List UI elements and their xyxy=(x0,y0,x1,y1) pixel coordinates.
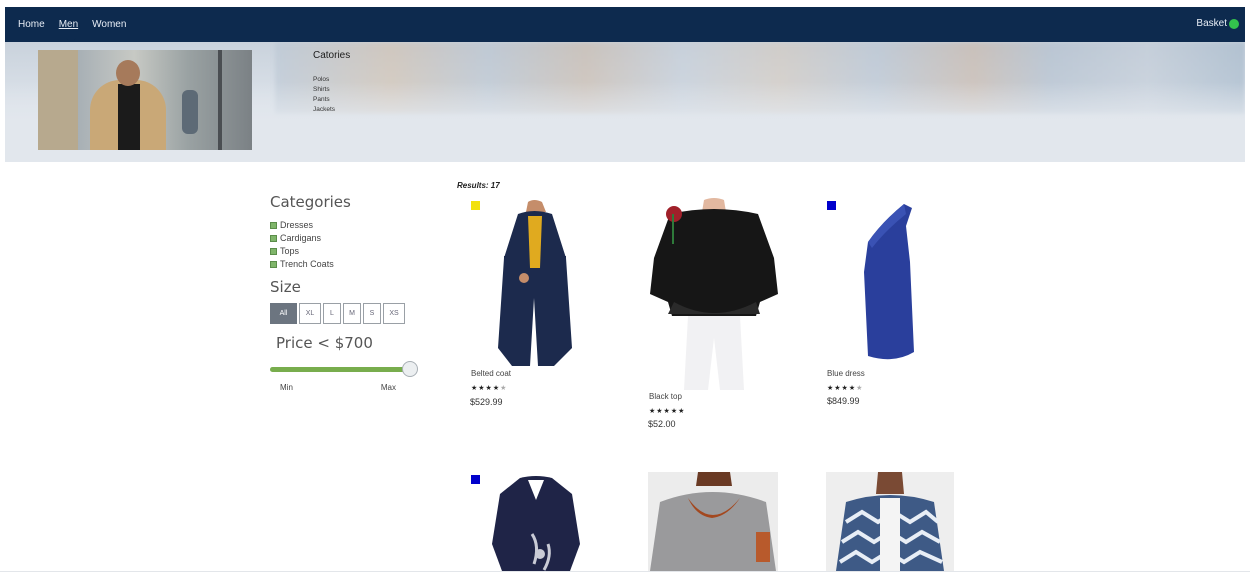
product-price: $52.00 xyxy=(648,419,676,429)
basket-badge xyxy=(1229,18,1239,29)
color-swatch[interactable] xyxy=(827,201,836,210)
nav-home[interactable]: Home xyxy=(18,19,45,30)
patterned-cardigan-icon xyxy=(826,472,954,571)
category-filter-trench-coats[interactable]: Trench Coats xyxy=(270,257,425,271)
product-image[interactable] xyxy=(852,202,922,366)
size-button-m[interactable]: M xyxy=(343,303,361,324)
size-heading: Size xyxy=(270,278,301,296)
size-button-s[interactable]: S xyxy=(363,303,381,324)
size-button-l[interactable]: L xyxy=(323,303,341,324)
color-swatch[interactable] xyxy=(471,201,480,210)
price-max-label: Max xyxy=(380,383,396,392)
category-filter-cardigans[interactable]: Cardigans xyxy=(270,231,425,245)
checkbox-icon[interactable] xyxy=(270,260,277,268)
product-name[interactable]: Belted coat xyxy=(471,369,511,378)
banner-category-item[interactable]: Pants xyxy=(313,95,350,105)
price-slider-fill xyxy=(270,367,410,372)
rating-stars-icon: ★★★★★ xyxy=(649,408,686,415)
banner-categories: Catories Polos Shirts Pants Jackets xyxy=(313,50,350,115)
price-min-label: Min xyxy=(280,383,293,392)
banner-category-item[interactable]: Shirts xyxy=(313,85,350,95)
banner-category-item[interactable]: Jackets xyxy=(313,105,350,115)
checkbox-icon[interactable] xyxy=(270,221,277,229)
product-card[interactable] xyxy=(644,472,784,571)
results-count: Results: 17 xyxy=(457,181,500,190)
nav-women[interactable]: Women xyxy=(92,19,126,30)
banner-categories-title: Catories xyxy=(313,50,351,61)
size-selector: All XL L M S XS xyxy=(270,303,425,324)
navy-printed-dress-icon xyxy=(490,474,582,571)
black-blouse-icon xyxy=(648,198,780,390)
top-navbar: Home Men Women Basket xyxy=(5,7,1245,44)
basket-button[interactable]: Basket xyxy=(1196,18,1239,29)
hero-banner: Catories Polos Shirts Pants Jackets xyxy=(5,42,1245,162)
rating-stars-icon: ★★★★★ xyxy=(827,385,864,392)
rating-stars-icon: ★★★★★ xyxy=(471,385,508,392)
hero-photo xyxy=(38,50,252,150)
categories-heading: Categories xyxy=(270,193,351,211)
product-card[interactable]: Black top ★★★★★ $52.00 xyxy=(644,198,784,438)
price-heading: Price < $700 xyxy=(276,334,373,352)
size-button-xl[interactable]: XL xyxy=(299,303,321,324)
category-filter-dresses[interactable]: Dresses xyxy=(270,218,425,232)
price-slider-handle[interactable] xyxy=(402,361,418,377)
product-image[interactable] xyxy=(490,474,582,571)
product-card[interactable] xyxy=(822,472,962,571)
grey-cowl-top-icon xyxy=(648,472,778,571)
product-image[interactable] xyxy=(486,198,582,368)
product-image[interactable] xyxy=(648,198,780,390)
nav-men[interactable]: Men xyxy=(59,19,78,44)
product-name[interactable]: Black top xyxy=(649,392,682,401)
basket-label: Basket xyxy=(1196,18,1227,29)
product-price: $529.99 xyxy=(470,397,503,407)
product-image[interactable] xyxy=(826,472,954,571)
checkbox-icon[interactable] xyxy=(270,234,277,242)
product-card[interactable]: Blue dress ★★★★★ $849.99 xyxy=(822,198,942,418)
color-swatch[interactable] xyxy=(471,475,480,484)
category-filter-tops[interactable]: Tops xyxy=(270,244,425,258)
product-image[interactable] xyxy=(648,472,778,571)
checkbox-icon[interactable] xyxy=(270,247,277,255)
product-price: $849.99 xyxy=(827,396,860,406)
blue-dress-icon xyxy=(852,202,922,366)
price-slider[interactable] xyxy=(270,360,418,380)
navy-long-coat-icon xyxy=(486,198,582,368)
size-button-xs[interactable]: XS xyxy=(383,303,405,324)
product-card[interactable]: Belted coat ★★★★★ $529.99 xyxy=(466,198,586,423)
banner-category-item[interactable]: Polos xyxy=(313,75,350,85)
size-button-all[interactable]: All xyxy=(270,303,297,324)
filter-sidebar: Categories Dresses Cardigans Tops Trench… xyxy=(270,193,425,392)
product-card[interactable] xyxy=(466,472,586,571)
product-name[interactable]: Blue dress xyxy=(827,369,865,378)
